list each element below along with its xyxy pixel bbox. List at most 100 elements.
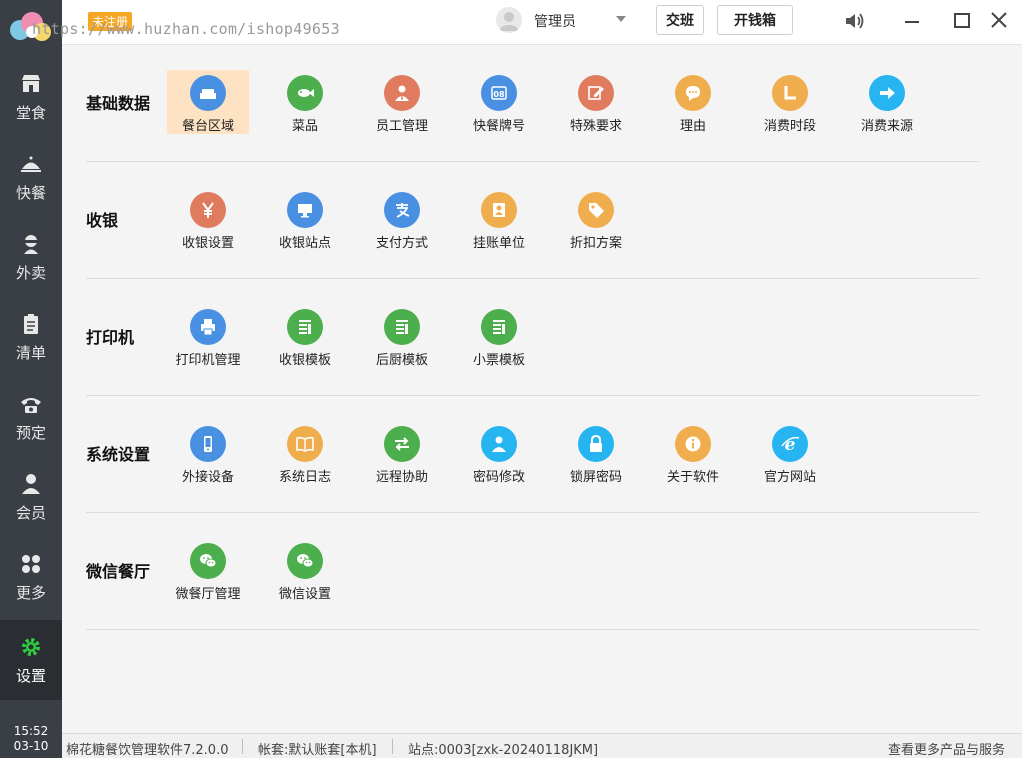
svg-text:08: 08 [493,90,505,99]
settings-tile[interactable]: 打印机管理 [167,304,249,368]
clipboard-icon [24,313,38,334]
sidebar-item[interactable]: 堂食 [0,57,62,137]
clock-date: 03-10 [13,739,49,753]
wechat-icon [287,543,323,579]
settings-tile[interactable]: 小票模板 [458,304,540,368]
settings-tile[interactable]: 密码修改 [458,421,540,485]
template-icon [481,309,517,345]
settings-section: 微信餐厅微餐厅管理 微信设置 [86,513,979,630]
settings-tile[interactable]: 08 快餐牌号 [458,70,540,134]
settings-tile[interactable]: 挂账单位 [458,187,540,251]
ie-icon: e [772,426,808,462]
volume-icon[interactable] [843,9,867,33]
settings-tile[interactable]: 外接设备 [167,421,249,485]
sidebar-item[interactable]: 会员 [0,457,62,537]
shift-button[interactable]: 交班 [656,5,704,35]
settings-tile[interactable]: e 官方网站 [749,421,831,485]
settings-tile[interactable]: 系统日志 [264,421,346,485]
tile-label: 支付方式 [375,236,428,251]
arrow-right-icon [869,75,905,111]
sidebar-item-label: 快餐 [15,183,46,202]
settings-tile[interactable]: 折扣方案 [555,187,637,251]
tile-label: 员工管理 [375,119,428,134]
settings-tile[interactable]: 收银设置 [167,187,249,251]
divider [392,739,393,754]
cloche-icon [21,156,41,172]
lock-icon [578,426,614,462]
settings-tile[interactable]: 餐台区域 [167,70,249,134]
book-icon [287,426,323,462]
settings-tile[interactable]: 消费来源 [846,70,928,134]
minimize-icon[interactable] [900,9,924,33]
template-icon [287,309,323,345]
station-info: 站点:0003[zxk-20240118JKM] [408,743,599,758]
tile-label: 微餐厅管理 [175,587,241,602]
tile-label: 小票模板 [472,353,525,368]
open-cash-drawer-button[interactable]: 开钱箱 [717,5,793,35]
settings-tile[interactable]: 锁屏密码 [555,421,637,485]
settings-tile[interactable]: 菜品 [264,70,346,134]
tile-label: 外接设备 [181,470,234,485]
sidebar-item[interactable]: 快餐 [0,137,62,217]
sidebar-item-label: 更多 [15,583,46,602]
tile-label: 关于软件 [666,470,719,485]
more-products-link[interactable]: 查看更多产品与服务 [888,739,1005,758]
tile-label: 收银模板 [278,353,331,368]
tile-label: 理由 [679,119,706,134]
chat-icon [675,75,711,111]
tile-label: 收银设置 [181,236,234,251]
tile-label: 快餐牌号 [472,119,525,134]
settings-tile[interactable]: 关于软件 [652,421,734,485]
maximize-icon[interactable] [950,9,974,33]
info-icon [675,426,711,462]
tile-label: 远程协助 [375,470,428,485]
settings-section: 打印机 打印机管理 收银模板 后厨模板 小票模板 [86,279,979,396]
sidebar-item[interactable]: 更多 [0,537,62,617]
tile-label: 系统日志 [278,470,331,485]
user-key-icon [481,426,517,462]
sidebar: 堂食 快餐 外卖 清单 预定 会员 更多 设置 15:52 03-10 [0,0,62,758]
settings-section: 基础数据 餐台区域 菜品 员工管理 08 快餐牌号 特殊要求 理由 消费时段 消费来源 [86,45,979,162]
account-info: 帐套:默认账套[本机] [258,743,377,758]
section-title: 系统设置 [86,445,151,464]
section-title: 微信餐厅 [86,562,151,581]
settings-tile[interactable]: 后厨模板 [361,304,443,368]
settings-tile[interactable]: 微信设置 [264,538,346,602]
settings-tile[interactable]: 理由 [652,70,734,134]
user-name[interactable]: 管理员 [534,11,576,31]
settings-tile[interactable]: 远程协助 [361,421,443,485]
staff-icon [384,75,420,111]
settings-tile[interactable]: 特殊要求 [555,70,637,134]
settings-panel: 基础数据 餐台区域 菜品 员工管理 08 快餐牌号 特殊要求 理由 消费时段 消费来源 收银 收银设置… [62,45,1022,733]
number-08-icon: 08 [481,75,517,111]
settings-tile[interactable]: 消费时段 [749,70,831,134]
sidebar-item[interactable]: 外卖 [0,217,62,297]
tile-label: 微信设置 [278,587,331,602]
id-card-icon [481,192,517,228]
sidebar-item[interactable]: 预定 [0,377,62,457]
chevron-down-icon[interactable] [616,16,626,22]
sidebar-item[interactable]: 设置 [0,620,62,700]
tile-label: 特殊要求 [569,119,622,134]
tile-label: 消费时段 [763,119,816,134]
settings-tile[interactable]: 支付方式 [361,187,443,251]
settings-tile[interactable]: 微餐厅管理 [167,538,249,602]
store-icon [22,74,40,92]
sidebar-item[interactable]: 清单 [0,297,62,377]
person-icon [22,473,40,494]
settings-section: 收银 收银设置 收银站点 支付方式 挂账单位 折扣方案 [86,162,979,279]
avatar[interactable] [496,7,522,33]
app-version: 棉花糖餐饮管理软件7.2.0.0 [66,743,229,758]
tile-label: 官方网站 [763,470,816,485]
status-bar: 棉花糖餐饮管理软件7.2.0.0 帐套:默认账套[本机] 站点:0003[zxk… [62,733,1022,758]
watermark: https://www.huzhan.com/ishop49653 [32,20,340,38]
settings-tile[interactable]: 收银站点 [264,187,346,251]
close-icon[interactable] [987,9,1011,33]
settings-tile[interactable]: 员工管理 [361,70,443,134]
settings-tile[interactable]: 收银模板 [264,304,346,368]
tile-label: 消费来源 [860,119,913,134]
sidebar-item-label: 清单 [15,343,46,362]
edit-icon [578,75,614,111]
section-title: 打印机 [86,328,135,347]
swap-icon [384,426,420,462]
